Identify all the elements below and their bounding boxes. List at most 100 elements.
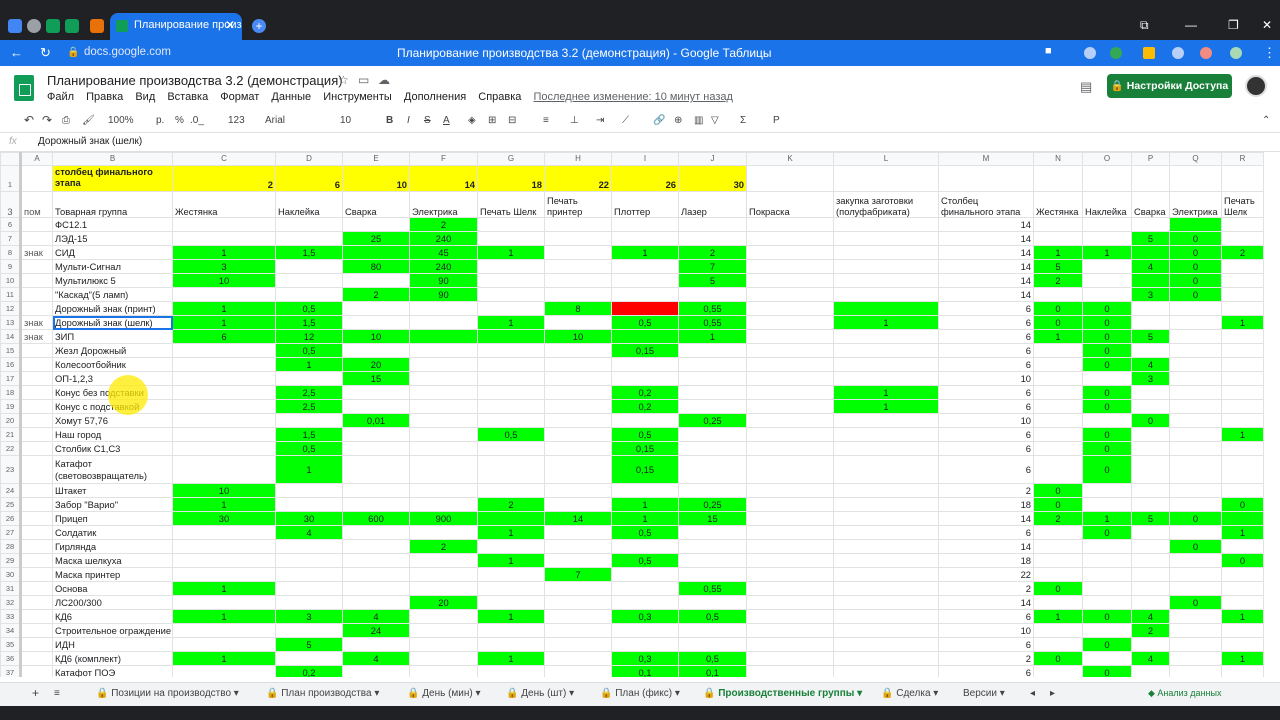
- cell[interactable]: [20, 595, 53, 610]
- cell[interactable]: [275, 651, 343, 666]
- row-header[interactable]: 36: [0, 651, 22, 666]
- cell[interactable]: 0: [1082, 357, 1132, 372]
- cell[interactable]: 0: [1082, 329, 1132, 344]
- cell[interactable]: [20, 287, 53, 302]
- cell[interactable]: [342, 343, 410, 358]
- row-header[interactable]: 1: [0, 165, 22, 192]
- cell[interactable]: [409, 427, 478, 442]
- cell[interactable]: [1169, 315, 1222, 330]
- cell[interactable]: [611, 217, 679, 232]
- cell[interactable]: [678, 623, 747, 638]
- cell[interactable]: [833, 165, 939, 192]
- cell[interactable]: [409, 441, 478, 456]
- cell[interactable]: 5: [275, 637, 343, 652]
- cell[interactable]: [1221, 259, 1264, 274]
- cell[interactable]: 14: [938, 273, 1034, 288]
- text-color-icon[interactable]: A: [443, 115, 450, 126]
- cell[interactable]: [544, 231, 612, 246]
- cell[interactable]: [1033, 357, 1083, 372]
- browser-pinned-tab-icon[interactable]: [8, 19, 22, 33]
- cell[interactable]: [1169, 343, 1222, 358]
- cell[interactable]: [678, 357, 747, 372]
- cell[interactable]: [544, 217, 612, 232]
- cell[interactable]: 0: [1082, 525, 1132, 540]
- cell[interactable]: 0,5: [611, 427, 679, 442]
- cell[interactable]: [611, 371, 679, 386]
- cell[interactable]: 0,1: [678, 665, 747, 677]
- cell[interactable]: 3: [1131, 371, 1170, 386]
- cell[interactable]: [746, 399, 834, 414]
- cell[interactable]: [1131, 399, 1170, 414]
- sheet-tab[interactable]: 🔒 День (мин) ▾: [407, 688, 481, 699]
- row-header[interactable]: 24: [0, 483, 22, 498]
- cell[interactable]: [1221, 273, 1264, 288]
- cell[interactable]: 0: [1221, 497, 1264, 512]
- cell[interactable]: [544, 497, 612, 512]
- cell[interactable]: 18: [477, 165, 545, 192]
- cell[interactable]: [275, 497, 343, 512]
- column-header[interactable]: L: [833, 152, 939, 166]
- cell[interactable]: [544, 245, 612, 260]
- cell[interactable]: 1: [833, 315, 939, 330]
- cell[interactable]: 1: [172, 301, 276, 316]
- product-group-cell[interactable]: СИД: [52, 245, 173, 260]
- extension-icon[interactable]: [1172, 47, 1184, 59]
- cell[interactable]: [938, 165, 1034, 192]
- cell[interactable]: [746, 637, 834, 652]
- column-label[interactable]: Сварка: [342, 191, 410, 218]
- cell[interactable]: [746, 371, 834, 386]
- cell[interactable]: 1: [275, 455, 343, 484]
- cell[interactable]: [409, 371, 478, 386]
- cell[interactable]: 7: [678, 259, 747, 274]
- product-group-cell[interactable]: Строительное ограждение: [52, 623, 173, 638]
- cell[interactable]: [1221, 539, 1264, 554]
- cell[interactable]: 4: [342, 651, 410, 666]
- cell[interactable]: [1221, 343, 1264, 358]
- menu-help[interactable]: Справка: [478, 91, 521, 103]
- cell[interactable]: [1169, 581, 1222, 596]
- bookmark-icon[interactable]: ■: [1045, 45, 1052, 57]
- cell[interactable]: [172, 567, 276, 582]
- cell[interactable]: [172, 357, 276, 372]
- cell[interactable]: 2: [172, 165, 276, 192]
- cell[interactable]: 2: [1131, 623, 1170, 638]
- link-icon[interactable]: 🔗: [653, 115, 665, 126]
- cell[interactable]: [544, 581, 612, 596]
- product-group-cell[interactable]: Маска принтер: [52, 567, 173, 582]
- cell[interactable]: 1: [611, 497, 679, 512]
- cell[interactable]: 6: [938, 399, 1034, 414]
- cell[interactable]: [275, 567, 343, 582]
- cell[interactable]: пом: [20, 191, 53, 218]
- cell[interactable]: 24: [342, 623, 410, 638]
- menu-tools[interactable]: Инструменты: [323, 91, 392, 103]
- browser-tab-active[interactable]: Планирование произв ✕: [110, 13, 242, 40]
- cell[interactable]: [1082, 623, 1132, 638]
- new-tab-button[interactable]: +: [252, 19, 266, 33]
- cell[interactable]: [1131, 497, 1170, 512]
- close-tab-icon[interactable]: ✕: [225, 18, 235, 32]
- cell[interactable]: [544, 539, 612, 554]
- cell[interactable]: [342, 483, 410, 498]
- cell[interactable]: 26: [611, 165, 679, 192]
- cell[interactable]: [544, 273, 612, 288]
- cell[interactable]: 1: [477, 553, 545, 568]
- cell[interactable]: 2: [938, 651, 1034, 666]
- row-header[interactable]: 18: [0, 385, 22, 400]
- cell[interactable]: 14: [938, 259, 1034, 274]
- cell[interactable]: 4: [1131, 357, 1170, 372]
- close-window-icon[interactable]: ✕: [1262, 18, 1272, 32]
- cell[interactable]: 0: [1169, 259, 1222, 274]
- extension-icon[interactable]: [1110, 47, 1122, 59]
- cell[interactable]: [477, 623, 545, 638]
- row-header[interactable]: 26: [0, 511, 22, 526]
- cell[interactable]: [342, 399, 410, 414]
- cell[interactable]: 8: [544, 301, 612, 316]
- cell[interactable]: [409, 665, 478, 677]
- row-header[interactable]: 25: [0, 497, 22, 512]
- cell[interactable]: 45: [409, 245, 478, 260]
- cell[interactable]: 15: [342, 371, 410, 386]
- cell[interactable]: 0: [1169, 511, 1222, 526]
- product-group-cell[interactable]: Солдатик: [52, 525, 173, 540]
- cell[interactable]: [1082, 539, 1132, 554]
- column-label[interactable]: Жестянка: [172, 191, 276, 218]
